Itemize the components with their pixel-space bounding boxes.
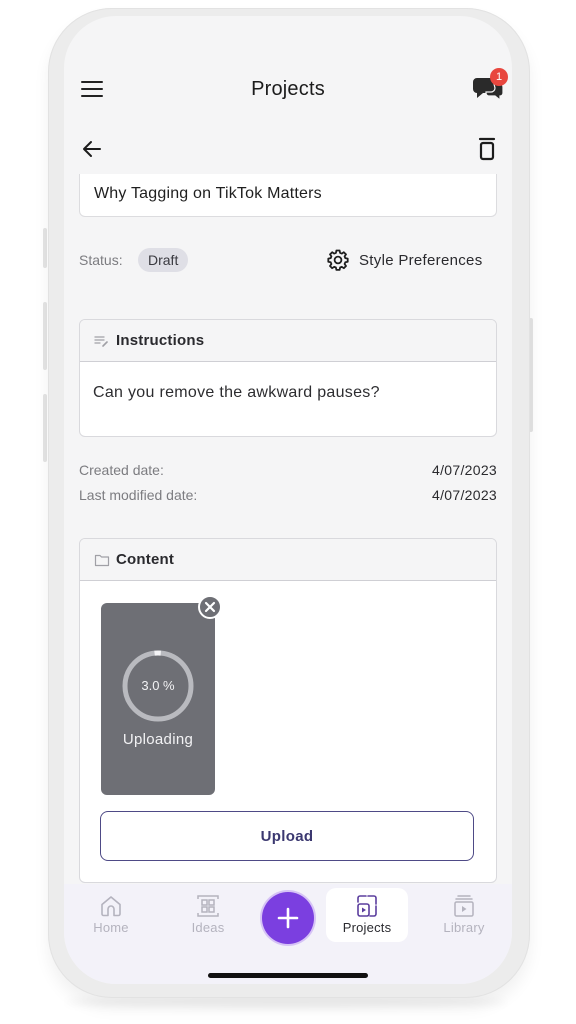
nav-item-library[interactable]: Library bbox=[424, 894, 504, 935]
close-icon bbox=[204, 601, 216, 613]
nav-label-projects: Projects bbox=[342, 920, 392, 935]
create-button[interactable] bbox=[262, 892, 314, 944]
library-icon bbox=[454, 895, 474, 917]
projects-icon bbox=[357, 895, 377, 917]
upload-tile: 3.0 % Uploading bbox=[101, 603, 215, 795]
modified-date-value: 4/07/2023 bbox=[432, 487, 497, 503]
status-label: Status: bbox=[79, 252, 123, 268]
notes-edit-icon bbox=[94, 335, 108, 347]
created-date-row: Created date: 4/07/2023 bbox=[79, 462, 497, 478]
upload-button[interactable]: Upload bbox=[100, 811, 474, 861]
nav-item-projects[interactable]: Projects bbox=[326, 888, 408, 942]
instructions-card: Instructions Can you remove the awkward … bbox=[79, 319, 497, 437]
app-bar: Projects 1 bbox=[64, 68, 512, 114]
project-title-field[interactable]: Why Tagging on TikTok Matters bbox=[79, 174, 497, 217]
phone-volume-up-button bbox=[43, 302, 47, 370]
created-date-value: 4/07/2023 bbox=[432, 462, 497, 478]
upload-progress-text: 3.0 % bbox=[141, 678, 175, 693]
folder-icon bbox=[94, 554, 110, 566]
home-icon bbox=[101, 896, 121, 917]
gear-icon bbox=[327, 249, 349, 271]
created-date-label: Created date: bbox=[79, 462, 164, 478]
cancel-upload-button[interactable] bbox=[198, 595, 222, 619]
style-preferences-label: Style Preferences bbox=[359, 251, 483, 269]
content-card: Content 3.0 % Uploading Upload bbox=[79, 538, 497, 883]
back-arrow-icon[interactable] bbox=[80, 137, 104, 161]
notification-badge: 1 bbox=[490, 68, 508, 86]
ideas-grid-icon bbox=[197, 895, 219, 917]
modified-date-row: Last modified date: 4/07/2023 bbox=[79, 487, 497, 503]
nav-item-home[interactable]: Home bbox=[71, 894, 151, 935]
modified-date-label: Last modified date: bbox=[79, 487, 198, 503]
nav-label-library: Library bbox=[443, 920, 485, 935]
bottom-navigation: Home Ideas Projects Library bbox=[64, 884, 512, 984]
content-title: Content bbox=[116, 551, 175, 568]
plus-icon bbox=[277, 907, 299, 929]
nav-item-ideas[interactable]: Ideas bbox=[168, 894, 248, 935]
trash-icon[interactable] bbox=[476, 136, 498, 162]
content-header: Content bbox=[80, 539, 496, 581]
status-badge: Draft bbox=[138, 248, 189, 272]
nav-label-ideas: Ideas bbox=[191, 920, 225, 935]
phone-volume-down-button bbox=[43, 394, 47, 462]
page-title: Projects bbox=[251, 78, 325, 100]
nav-label-home: Home bbox=[93, 920, 129, 935]
instructions-text[interactable]: Can you remove the awkward pauses? bbox=[80, 362, 496, 402]
uploading-label: Uploading bbox=[122, 731, 194, 748]
phone-mute-switch bbox=[43, 228, 47, 268]
instructions-header: Instructions bbox=[80, 320, 496, 362]
phone-screen: Projects 1 Why Tagging on TikTok Matters… bbox=[64, 16, 512, 984]
instructions-title: Instructions bbox=[116, 332, 205, 349]
home-indicator[interactable] bbox=[208, 973, 368, 978]
style-preferences-button[interactable]: Style Preferences bbox=[326, 247, 483, 273]
